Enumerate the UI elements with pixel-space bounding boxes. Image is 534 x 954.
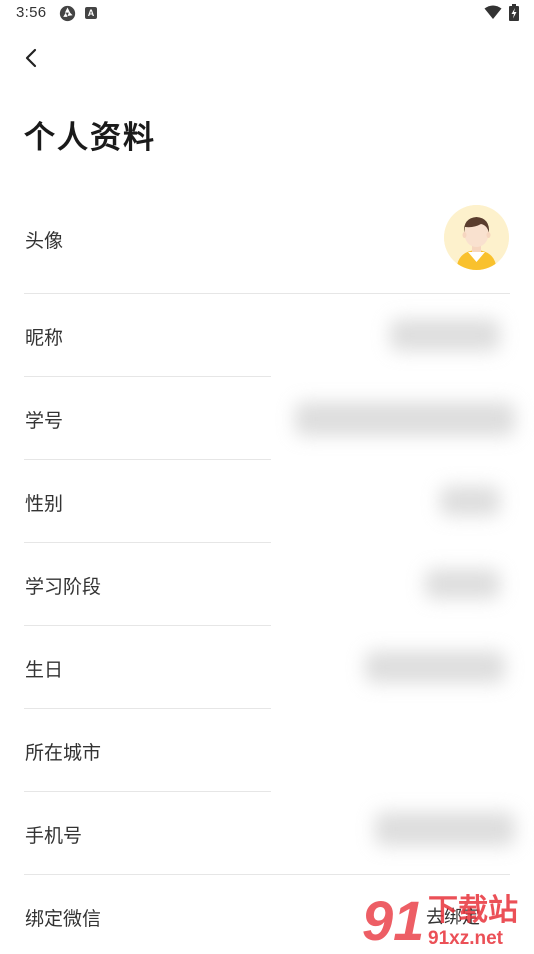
birthday-row[interactable]: 生日 xyxy=(0,626,534,709)
wifi-icon xyxy=(484,5,502,19)
gender-label: 性别 xyxy=(25,493,64,515)
phone-row[interactable]: 手机号 xyxy=(0,792,534,875)
study-stage-label: 学习阶段 xyxy=(25,576,102,598)
nickname-row[interactable]: 昵称 xyxy=(0,294,534,377)
app-letter-icon: A xyxy=(85,7,97,19)
gender-row[interactable]: 性别 xyxy=(0,460,534,543)
avatar[interactable] xyxy=(444,205,509,270)
student-id-row[interactable]: 学号 xyxy=(0,377,534,460)
student-id-label: 学号 xyxy=(25,410,64,432)
page-title: 个人资料 xyxy=(24,120,156,156)
avatar-label: 头像 xyxy=(25,230,64,252)
phone-label: 手机号 xyxy=(25,825,83,847)
nickname-value-blurred xyxy=(390,319,500,351)
phone-value-blurred xyxy=(375,812,515,846)
city-row[interactable]: 所在城市 xyxy=(0,709,534,792)
bind-wechat-link[interactable]: 去绑定 xyxy=(426,903,480,929)
study-stage-value-blurred xyxy=(425,569,500,599)
student-id-value-blurred xyxy=(295,402,515,436)
aperture-icon xyxy=(59,5,76,22)
user-avatar-icon xyxy=(444,205,509,270)
status-bar: 3:56 A xyxy=(0,0,534,28)
wechat-label: 绑定微信 xyxy=(25,908,102,930)
battery-charging-icon xyxy=(509,4,519,21)
study-stage-row[interactable]: 学习阶段 xyxy=(0,543,534,626)
city-label: 所在城市 xyxy=(25,742,102,764)
birthday-value-blurred xyxy=(365,651,505,683)
back-arrow-icon[interactable] xyxy=(18,44,46,72)
status-time: 3:56 xyxy=(16,4,47,21)
birthday-label: 生日 xyxy=(25,659,64,681)
gender-value-blurred xyxy=(440,486,500,516)
nickname-label: 昵称 xyxy=(25,327,64,349)
